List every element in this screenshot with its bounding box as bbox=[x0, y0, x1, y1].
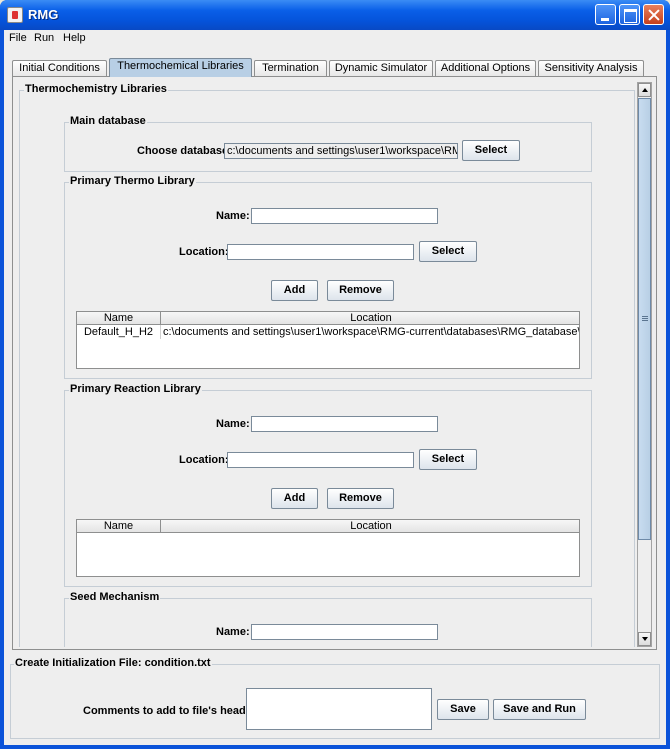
choose-database-label: Choose database bbox=[137, 145, 229, 157]
seed-mechanism-title: Seed Mechanism bbox=[69, 591, 161, 603]
reaction-name-label: Name: bbox=[216, 418, 250, 430]
reaction-location-input[interactable] bbox=[227, 452, 414, 468]
reaction-library-table[interactable]: Name Location bbox=[76, 519, 580, 577]
reaction-location-label: Location: bbox=[179, 454, 229, 466]
scroll-down-icon[interactable] bbox=[638, 632, 651, 646]
save-and-run-button[interactable]: Save and Run bbox=[493, 699, 586, 720]
seed-name-input[interactable] bbox=[251, 624, 438, 640]
reaction-name-input[interactable] bbox=[251, 416, 438, 432]
tab-additional-options[interactable]: Additional Options bbox=[435, 60, 536, 77]
thermochemistry-libraries-title: Thermochemistry Libraries bbox=[24, 83, 168, 95]
thermo-remove-button[interactable]: Remove bbox=[327, 280, 394, 301]
comments-textarea[interactable] bbox=[246, 688, 432, 730]
primary-thermo-library-title: Primary Thermo Library bbox=[69, 175, 196, 187]
vertical-scrollbar[interactable] bbox=[637, 82, 652, 647]
menu-bar: File Run Help bbox=[4, 30, 666, 48]
thermo-table-header: Name Location bbox=[77, 312, 579, 325]
comments-label: Comments to add to file's header: bbox=[83, 705, 260, 717]
reaction-table-header: Name Location bbox=[77, 520, 579, 533]
thermo-add-button[interactable]: Add bbox=[271, 280, 318, 301]
init-file-title: Create Initialization File: condition.tx… bbox=[14, 657, 212, 669]
main-database-select-button[interactable]: Select bbox=[462, 140, 520, 161]
thermo-row-name: Default_H_H2 bbox=[77, 325, 161, 339]
database-path-field[interactable]: c:\documents and settings\user1\workspac… bbox=[224, 143, 458, 159]
thermo-location-input[interactable] bbox=[227, 244, 414, 260]
tab-strip: Initial Conditions Thermochemical Librar… bbox=[12, 58, 662, 77]
table-row[interactable]: Default_H_H2 c:\documents and settings\u… bbox=[77, 325, 579, 339]
thermo-col-location[interactable]: Location bbox=[161, 312, 579, 325]
seed-name-label: Name: bbox=[216, 626, 250, 638]
thermo-library-table[interactable]: Name Location Default_H_H2 c:\documents … bbox=[76, 311, 580, 369]
main-database-title: Main database bbox=[69, 115, 147, 127]
tab-termination[interactable]: Termination bbox=[254, 60, 327, 77]
menu-file[interactable]: File bbox=[9, 32, 27, 44]
reaction-select-button[interactable]: Select bbox=[419, 449, 477, 470]
thermo-row-location: c:\documents and settings\user1\workspac… bbox=[163, 326, 580, 338]
save-button[interactable]: Save bbox=[437, 699, 489, 720]
title-bar[interactable]: RMG bbox=[0, 0, 670, 30]
thermo-name-label: Name: bbox=[216, 210, 250, 222]
tab-panel: Thermochemistry Libraries Main database … bbox=[12, 76, 657, 650]
java-cup-icon bbox=[7, 7, 23, 23]
maximize-icon[interactable] bbox=[619, 4, 640, 25]
close-icon[interactable] bbox=[643, 4, 664, 25]
client-area: File Run Help Initial Conditions Thermoc… bbox=[4, 30, 666, 745]
primary-reaction-library-title: Primary Reaction Library bbox=[69, 383, 202, 395]
tab-thermochemical-libraries[interactable]: Thermochemical Libraries bbox=[109, 58, 252, 77]
window-title: RMG bbox=[28, 7, 59, 22]
tab-sensitivity-analysis[interactable]: Sensitivity Analysis bbox=[538, 60, 644, 77]
thermo-select-button[interactable]: Select bbox=[419, 241, 477, 262]
reaction-col-location[interactable]: Location bbox=[161, 520, 579, 533]
thermo-name-input[interactable] bbox=[251, 208, 438, 224]
tab-initial-conditions[interactable]: Initial Conditions bbox=[12, 60, 107, 77]
tab-dynamic-simulator[interactable]: Dynamic Simulator bbox=[329, 60, 433, 77]
scroll-thumb[interactable] bbox=[638, 98, 651, 540]
reaction-remove-button[interactable]: Remove bbox=[327, 488, 394, 509]
scroll-up-icon[interactable] bbox=[638, 83, 651, 97]
reaction-col-name[interactable]: Name bbox=[77, 520, 161, 533]
menu-run[interactable]: Run bbox=[34, 32, 54, 44]
app-window: RMG File Run Help Initial Conditions The… bbox=[0, 0, 670, 749]
scroll-view: Thermochemistry Libraries Main database … bbox=[18, 82, 636, 647]
minimize-icon[interactable] bbox=[595, 4, 616, 25]
menu-help[interactable]: Help bbox=[63, 32, 86, 44]
reaction-add-button[interactable]: Add bbox=[271, 488, 318, 509]
thermo-col-name[interactable]: Name bbox=[77, 312, 161, 325]
thermo-location-label: Location: bbox=[179, 246, 229, 258]
